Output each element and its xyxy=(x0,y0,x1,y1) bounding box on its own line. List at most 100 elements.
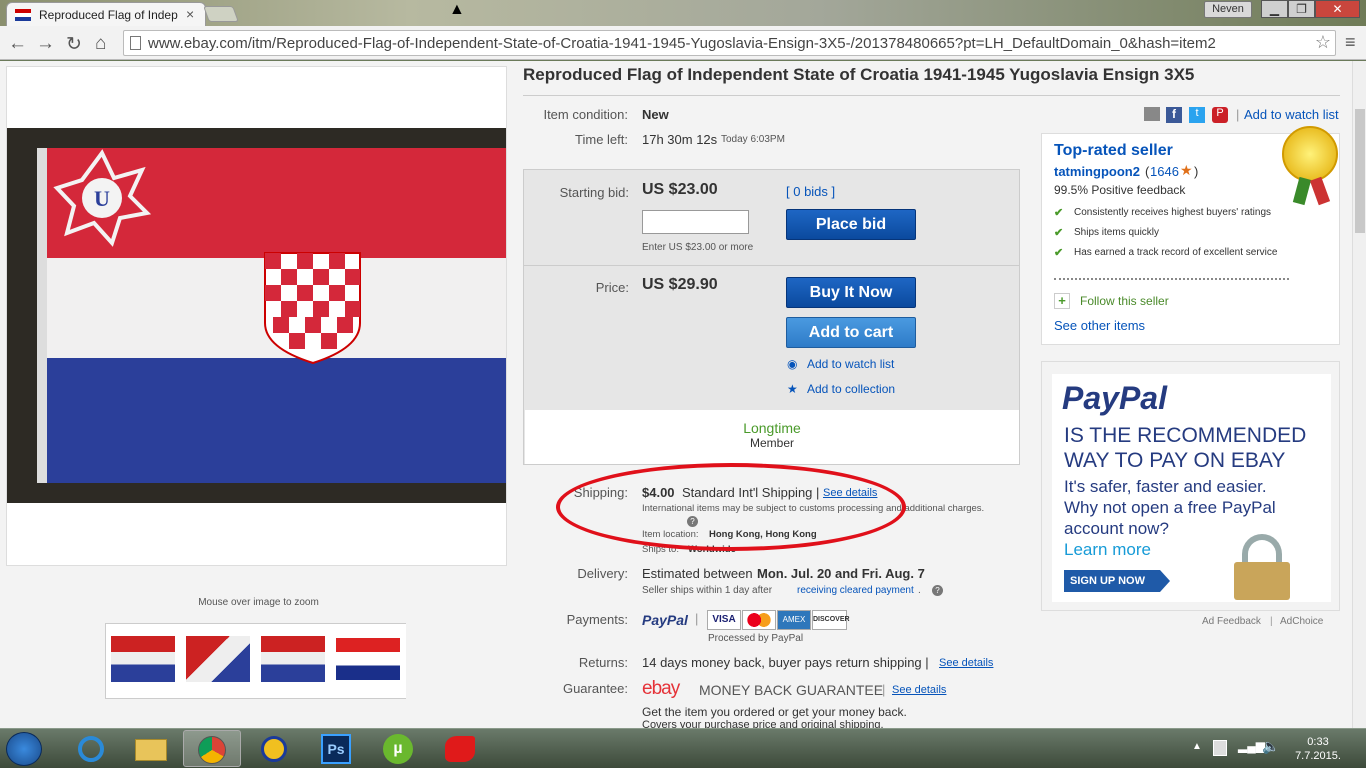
top-rated-title: Top-rated seller xyxy=(1054,142,1173,159)
thumbnail-2[interactable] xyxy=(182,624,256,698)
paypal-ad-inner[interactable]: PayPal IS THE RECOMMENDED WAY TO PAY ON … xyxy=(1052,374,1331,602)
seller-point-2: Ships items quickly xyxy=(1074,227,1160,238)
app-red-icon[interactable] xyxy=(431,730,489,767)
taskbar: Ps µ ▲ ▂▄▆ 🔈 0:33 7.7.2015. xyxy=(0,728,1366,768)
returns-details-link[interactable]: See details xyxy=(939,657,993,669)
paypal-logo: PayPal xyxy=(642,612,688,628)
bid-hint: Enter US $23.00 or more xyxy=(642,242,754,253)
bookmark-star-icon[interactable]: ☆ xyxy=(1315,32,1331,53)
delivery-text: Estimated between xyxy=(642,566,753,581)
feedback-star-icon: ★ xyxy=(1180,162,1193,178)
url-input[interactable]: www.ebay.com/itm/Reproduced-Flag-of-Inde… xyxy=(123,30,1336,56)
delivery-dates: Mon. Jul. 20 and Fri. Aug. 7 xyxy=(757,566,925,581)
check-icon: ✔ xyxy=(1054,207,1064,219)
thumbnail-3[interactable] xyxy=(257,624,331,698)
email-icon[interactable] xyxy=(1144,107,1160,121)
bid-input[interactable] xyxy=(642,210,749,234)
badge-subtitle: Member xyxy=(749,436,794,450)
learn-more-link[interactable]: Learn more xyxy=(1064,540,1151,560)
network-icon[interactable]: ▂▄▆ xyxy=(1238,739,1265,753)
ad-separator: | xyxy=(1270,616,1273,627)
scrollbar-thumb[interactable] xyxy=(1355,109,1365,233)
collection-link[interactable]: Add to collection xyxy=(807,382,895,396)
top-rated-medal-icon xyxy=(1282,126,1338,182)
starting-bid-price: US $23.00 xyxy=(642,181,718,198)
start-button-icon[interactable] xyxy=(6,732,42,766)
photoshop-icon[interactable]: Ps xyxy=(307,730,365,767)
returns-text: 14 days money back, buyer pays return sh… xyxy=(642,655,929,670)
utorrent-icon[interactable]: µ xyxy=(369,730,427,767)
follow-plus-icon[interactable]: + xyxy=(1054,293,1070,309)
processed-by: Processed by PayPal xyxy=(708,633,804,644)
menu-icon[interactable]: ≡ xyxy=(1345,32,1356,53)
watch-list-link[interactable]: Add to watch list xyxy=(807,357,894,371)
eye-icon: ◉ xyxy=(787,357,798,371)
add-to-cart-button[interactable]: Add to cart xyxy=(786,317,916,348)
tray-device-icon[interactable] xyxy=(1213,740,1227,756)
place-bid-button[interactable]: Place bid xyxy=(786,209,916,240)
sign-up-arrow-icon xyxy=(1160,570,1170,592)
ebay-item-page: U Mouse over image to zoom Reproduced Fl… xyxy=(0,61,1352,728)
sign-up-button[interactable]: SIGN UP NOW xyxy=(1064,570,1160,592)
tab-ebay[interactable]: Reproduced Flag of Indep × xyxy=(6,2,206,27)
forward-arrow-icon[interactable]: → xyxy=(36,33,55,55)
seller-score-link[interactable]: 1646 xyxy=(1150,164,1179,179)
vertical-scrollbar[interactable] xyxy=(1352,61,1366,728)
title-divider xyxy=(523,95,1340,96)
close-tab-icon[interactable]: × xyxy=(186,6,194,22)
time-end: Today 6:03PM xyxy=(721,134,785,145)
audio-app-icon[interactable] xyxy=(245,730,303,767)
cleared-payment-link[interactable]: receiving cleared payment xyxy=(797,585,914,596)
flag-photo[interactable]: U xyxy=(7,128,506,503)
ad-headline-2: WAY TO PAY ON EBAY xyxy=(1064,449,1286,472)
reload-icon[interactable]: ↻ xyxy=(66,33,82,56)
starting-bid-label: Starting bid: xyxy=(559,185,629,200)
seller-name-link[interactable]: tatmingpoon2 xyxy=(1054,164,1140,179)
page-icon xyxy=(130,36,141,50)
internet-explorer-icon[interactable] xyxy=(62,730,120,767)
watch-list-link-top[interactable]: Add to watch list xyxy=(1244,107,1339,122)
zoom-hint: Mouse over image to zoom xyxy=(198,597,319,608)
follow-seller-link[interactable]: Follow this seller xyxy=(1080,294,1169,308)
thumbnail-1[interactable] xyxy=(107,624,181,698)
profile-button[interactable]: Neven xyxy=(1204,1,1252,18)
favicon-icon xyxy=(15,9,31,21)
home-icon[interactable]: ⌂ xyxy=(95,33,106,55)
longtime-member-badge: Longtime Member xyxy=(525,410,1019,464)
back-arrow-icon[interactable]: ← xyxy=(8,33,27,55)
minimize-button[interactable]: ▁ xyxy=(1261,0,1288,18)
chrome-icon[interactable] xyxy=(183,730,241,767)
ebay-logo: ebay xyxy=(642,678,680,699)
see-other-items-link[interactable]: See other items xyxy=(1054,318,1145,333)
guarantee-label: Guarantee: xyxy=(562,681,628,696)
bids-link[interactable]: [ 0 bids ] xyxy=(786,184,835,199)
maximize-button[interactable]: ❐ xyxy=(1288,0,1315,18)
money-back-guarantee: MONEY BACK GUARANTEE xyxy=(699,682,884,698)
discover-icon: DISCOVER xyxy=(812,610,850,630)
padlock-shackle-icon xyxy=(1242,534,1282,564)
padlock-icon xyxy=(1234,562,1290,600)
pinterest-icon[interactable]: P xyxy=(1212,107,1228,123)
ad-feedback-link[interactable]: Ad Feedback xyxy=(1202,616,1261,627)
buy-it-now-button[interactable]: Buy It Now xyxy=(786,277,916,308)
mastercard-icon: MC xyxy=(742,610,776,630)
tab-title: Reproduced Flag of Indep xyxy=(39,8,178,22)
buy-price: US $29.90 xyxy=(642,276,718,293)
new-tab-button[interactable] xyxy=(203,6,239,22)
system-clock[interactable]: 0:33 7.7.2015. xyxy=(1290,735,1346,763)
payments-separator: | xyxy=(695,611,699,626)
thumbnail-4[interactable] xyxy=(332,624,406,698)
close-window-button[interactable]: ✕ xyxy=(1315,0,1360,18)
show-hidden-icons[interactable]: ▲ xyxy=(1192,741,1202,752)
file-explorer-icon[interactable] xyxy=(122,730,180,767)
volume-icon[interactable]: 🔈 xyxy=(1262,738,1279,755)
guarantee-details-link[interactable]: See details xyxy=(892,684,946,696)
medal-ribbon-icon xyxy=(1309,176,1331,206)
time-left-label: Time left: xyxy=(575,132,628,147)
delivery-help-icon[interactable]: ? xyxy=(932,585,943,596)
twitter-icon[interactable]: t xyxy=(1189,107,1205,123)
facebook-icon[interactable]: f xyxy=(1166,107,1182,123)
adchoice-link[interactable]: AdChoice xyxy=(1280,616,1323,627)
mouse-cursor-icon: ▲ xyxy=(449,1,465,18)
amex-icon: AMEX xyxy=(777,610,811,630)
